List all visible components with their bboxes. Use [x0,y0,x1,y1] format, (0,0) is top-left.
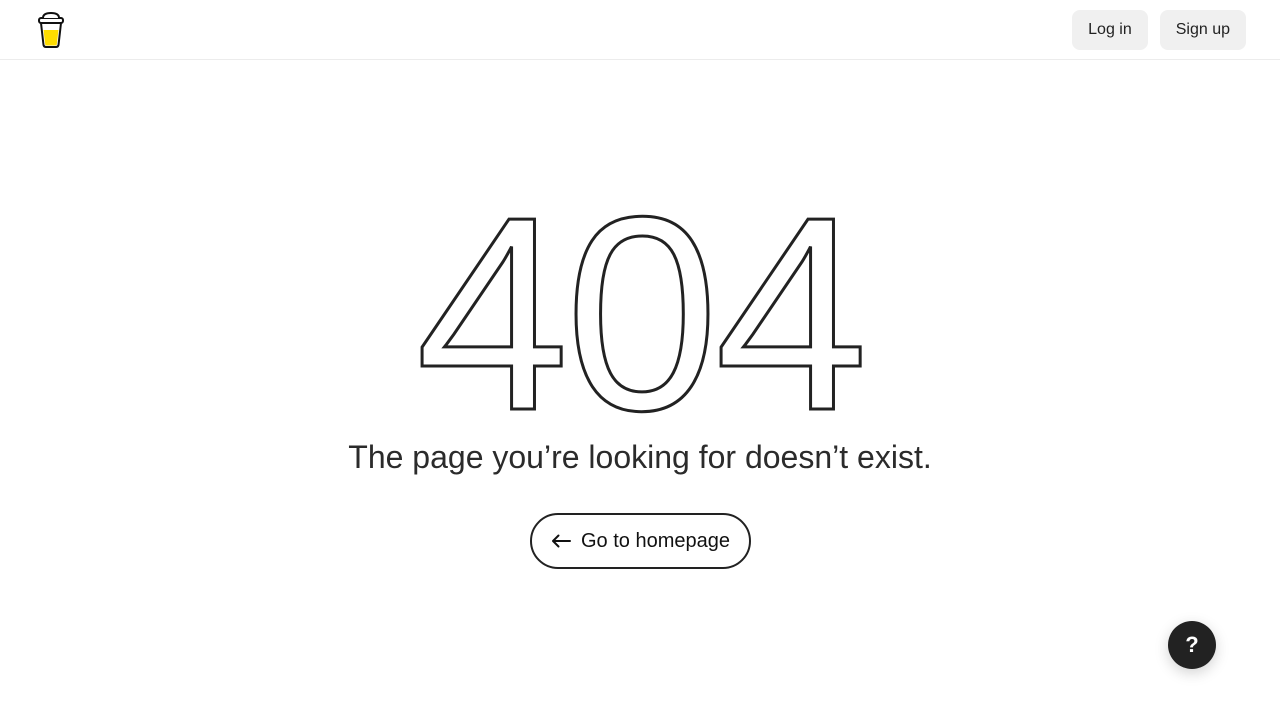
go-to-homepage-label: Go to homepage [581,529,730,552]
error-message: The page you’re looking for doesn’t exis… [348,439,932,475]
help-button[interactable]: ? [1168,621,1216,669]
error-code: 404 [414,160,870,468]
arrow-left-icon [552,534,571,548]
top-navigation-bar: Log in Sign up [0,0,1280,60]
coffee-cup-icon [38,11,64,48]
question-mark-icon: ? [1185,632,1199,657]
logo-link[interactable] [36,10,66,50]
header-actions: Log in Sign up [1072,10,1246,50]
login-button[interactable]: Log in [1072,10,1148,50]
signup-button[interactable]: Sign up [1159,10,1246,50]
go-to-homepage-button[interactable]: Go to homepage [530,513,751,569]
